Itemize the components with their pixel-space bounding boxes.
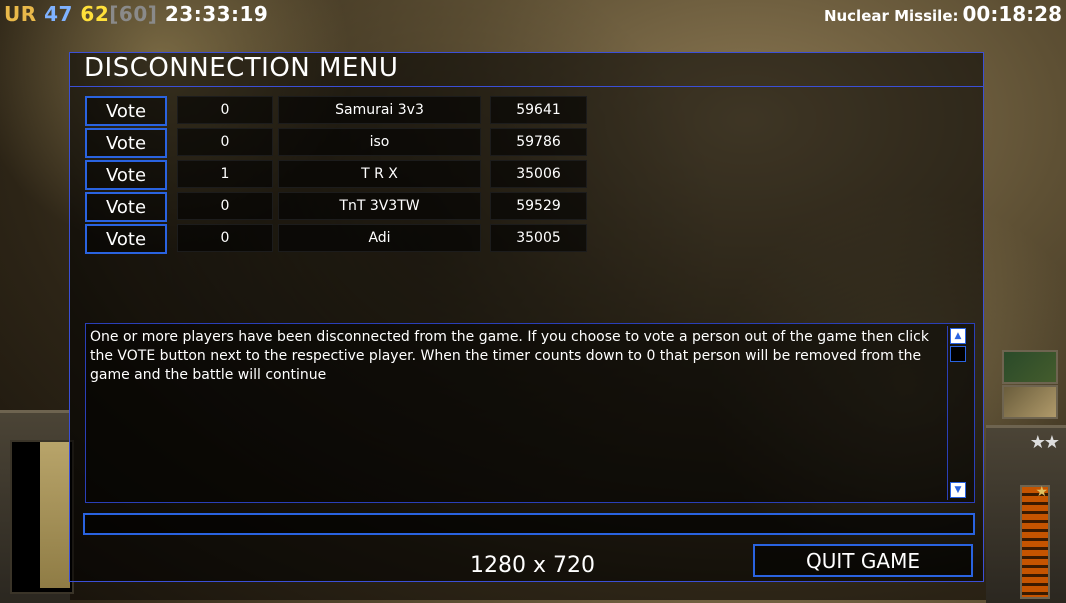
vote-count: 0 <box>177 224 273 252</box>
player-id: 35005 <box>490 224 587 252</box>
disconnection-dialog: DISCONNECTION MENU Vote 0 Samurai 3v3 59… <box>69 52 984 582</box>
vote-count: 0 <box>177 128 273 156</box>
player-id: 59641 <box>490 96 587 124</box>
infantry-build-icon[interactable] <box>1002 385 1058 419</box>
player-row: Vote 1 T R X 35006 <box>85 160 587 190</box>
game-clock: 23:33:19 <box>164 2 269 26</box>
scrollbar[interactable]: ▲ ▼ <box>947 326 966 500</box>
vote-button[interactable]: Vote <box>85 96 167 126</box>
vote-button[interactable]: Vote <box>85 224 167 254</box>
player-row: Vote 0 iso 59786 <box>85 128 587 158</box>
info-message: One or more players have been disconnect… <box>90 329 929 383</box>
superweapon-timer: Nuclear Missile: 00:18:28 <box>824 2 1062 26</box>
stat-2: 62 <box>80 2 110 26</box>
minimap-terrain <box>40 442 70 588</box>
triangle-up-icon[interactable]: ▲ <box>950 328 966 344</box>
player-row: Vote 0 TnT 3V3TW 59529 <box>85 192 587 222</box>
chat-input[interactable] <box>83 513 975 535</box>
player-id: 35006 <box>490 160 587 188</box>
player-stats: UR 47 62[60] 23:33:19 <box>4 2 268 26</box>
resolution-label: 1280 x 720 <box>470 553 595 578</box>
vote-count: 0 <box>177 192 273 220</box>
superweapon-label: Nuclear Missile: <box>823 7 959 25</box>
power-meter <box>1020 485 1050 599</box>
triangle-down-icon[interactable]: ▼ <box>950 482 966 498</box>
player-name: T R X <box>278 160 481 188</box>
player-name: TnT 3V3TW <box>278 192 481 220</box>
player-row: Vote 0 Adi 35005 <box>85 224 587 254</box>
vote-button[interactable]: Vote <box>85 160 167 190</box>
vote-count: 1 <box>177 160 273 188</box>
faction-tag: UR <box>4 2 37 26</box>
player-name: Adi <box>278 224 481 252</box>
star-icon: ★ <box>1035 484 1048 500</box>
scroll-thumb[interactable] <box>950 346 966 362</box>
vote-button[interactable]: Vote <box>85 192 167 222</box>
quit-game-button[interactable]: QUIT GAME <box>753 544 973 577</box>
player-name: iso <box>278 128 481 156</box>
stat-1: 47 <box>44 2 73 26</box>
vote-button[interactable]: Vote <box>85 128 167 158</box>
stars-icon: ★★ <box>1029 432 1060 453</box>
player-id: 59529 <box>490 192 587 220</box>
dialog-title: DISCONNECTION MENU <box>84 53 399 83</box>
title-divider <box>70 86 983 87</box>
player-name: Samurai 3v3 <box>278 96 481 124</box>
stat-3: [60] <box>109 2 158 26</box>
info-text-box: One or more players have been disconnect… <box>85 323 975 503</box>
player-row: Vote 0 Samurai 3v3 59641 <box>85 96 587 126</box>
vote-count: 0 <box>177 96 273 124</box>
player-id: 59786 <box>490 128 587 156</box>
superweapon-time: 00:18:28 <box>962 2 1063 26</box>
unit-build-icon[interactable] <box>1002 350 1058 384</box>
